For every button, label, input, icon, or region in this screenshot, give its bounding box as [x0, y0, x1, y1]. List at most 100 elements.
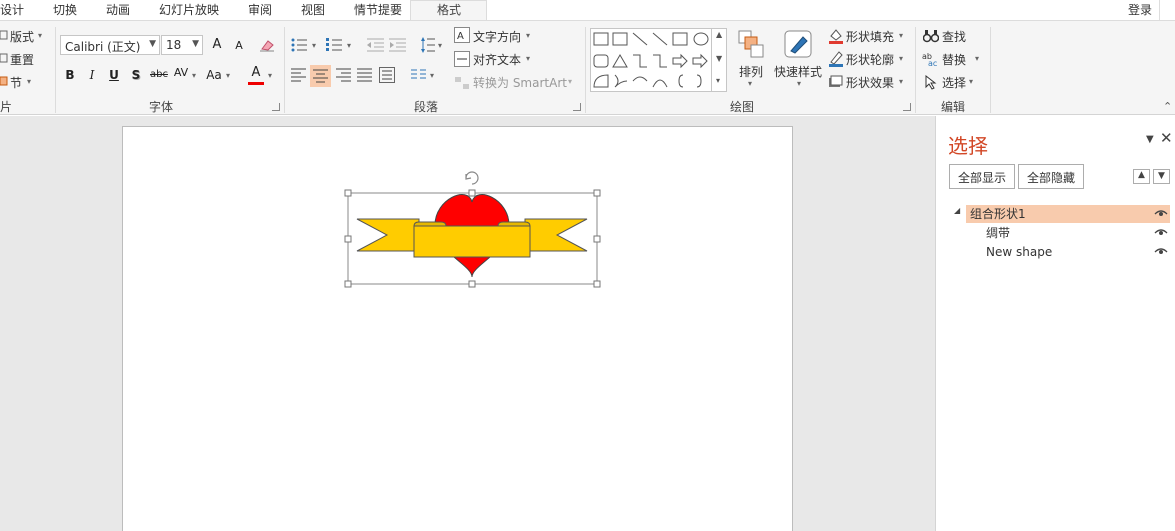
- send-backward-button[interactable]: ▼: [1153, 169, 1170, 184]
- quick-styles-button[interactable]: 快速样式: [774, 63, 822, 80]
- select-button[interactable]: 选择: [942, 74, 966, 91]
- tab-slideshow[interactable]: 幻灯片放映: [159, 1, 219, 18]
- find-button[interactable]: 查找: [942, 28, 966, 45]
- bullets-caret-icon[interactable]: ▾: [312, 41, 316, 50]
- select-cursor-icon[interactable]: [925, 75, 937, 90]
- text-direction-button[interactable]: 文字方向: [473, 28, 521, 45]
- numbering-caret-icon[interactable]: ▾: [347, 41, 351, 50]
- eye-icon[interactable]: [1154, 228, 1168, 236]
- ribbon-band[interactable]: [413, 225, 531, 258]
- rotation-handle-icon[interactable]: [465, 171, 479, 185]
- slide-canvas[interactable]: [122, 126, 793, 531]
- line-spacing-icon[interactable]: [421, 36, 435, 54]
- paragraph-dialog-launcher-icon[interactable]: [573, 103, 581, 111]
- smartart-caret-icon[interactable]: ▾: [568, 77, 572, 86]
- align-left-icon[interactable]: [291, 68, 307, 82]
- tab-storyboard[interactable]: 情节提要: [354, 1, 402, 18]
- replace-icon[interactable]: abac: [922, 51, 940, 67]
- italic-button[interactable]: I: [82, 65, 102, 85]
- char-spacing-caret-icon[interactable]: ▾: [192, 71, 196, 80]
- underline-button[interactable]: U: [104, 65, 124, 85]
- strikethrough-button[interactable]: abc: [148, 65, 170, 85]
- scroll-down-icon[interactable]: ▼: [716, 54, 722, 63]
- gallery-more-icon[interactable]: ▾: [716, 76, 720, 85]
- tab-view[interactable]: 视图: [301, 1, 325, 18]
- align-text-button[interactable]: 对齐文本: [473, 51, 521, 68]
- shape-fill-icon[interactable]: [828, 27, 844, 45]
- hide-all-button[interactable]: 全部隐藏: [1018, 164, 1085, 189]
- section-caret-icon[interactable]: ▾: [27, 77, 31, 86]
- replace-button[interactable]: 替换: [942, 51, 966, 68]
- tab-review[interactable]: 审阅: [248, 1, 272, 18]
- chevron-down-icon[interactable]: ▼: [149, 39, 156, 49]
- font-color-button[interactable]: A: [246, 63, 266, 83]
- resize-handle-e[interactable]: [593, 235, 601, 243]
- binoculars-icon[interactable]: [923, 29, 939, 43]
- layout-caret-icon[interactable]: ▾: [38, 31, 42, 40]
- tab-format[interactable]: 格式: [437, 1, 461, 18]
- change-case-caret-icon[interactable]: ▾: [226, 71, 230, 80]
- tree-collapse-icon[interactable]: ◢: [954, 206, 960, 215]
- select-caret-icon[interactable]: ▾: [969, 77, 973, 86]
- pane-options-icon[interactable]: ▼: [1146, 134, 1154, 145]
- distributed-icon[interactable]: [379, 67, 395, 83]
- login-link[interactable]: 登录: [1128, 1, 1152, 18]
- clear-format-icon[interactable]: [258, 37, 276, 53]
- shape-outline-icon[interactable]: [828, 50, 844, 68]
- shapes-gallery[interactable]: [590, 28, 727, 92]
- shadow-button[interactable]: S: [126, 65, 146, 85]
- resize-handle-ne[interactable]: [593, 189, 601, 197]
- justify-icon[interactable]: [357, 68, 373, 82]
- char-spacing-button[interactable]: AV: [172, 63, 190, 83]
- bold-button[interactable]: B: [60, 65, 80, 85]
- tab-transitions[interactable]: 切换: [53, 1, 77, 18]
- line-spacing-caret-icon[interactable]: ▾: [438, 41, 442, 50]
- resize-handle-nw[interactable]: [344, 189, 352, 197]
- section-button[interactable]: 节: [10, 74, 22, 91]
- shape-effects-button[interactable]: 形状效果: [846, 74, 894, 91]
- text-direction-caret-icon[interactable]: ▾: [526, 31, 530, 40]
- numbering-icon[interactable]: [326, 37, 344, 53]
- close-icon[interactable]: ✕: [1160, 129, 1173, 147]
- tab-animations[interactable]: 动画: [106, 1, 130, 18]
- font-size-combo[interactable]: 18 ▼: [161, 35, 203, 55]
- drawing-dialog-launcher-icon[interactable]: [903, 103, 911, 111]
- shrink-font-button[interactable]: A: [229, 36, 249, 56]
- columns-caret-icon[interactable]: ▾: [430, 71, 434, 80]
- resize-handle-se[interactable]: [593, 280, 601, 288]
- show-all-button[interactable]: 全部显示: [949, 164, 1016, 189]
- quick-styles-caret-icon[interactable]: ▾: [797, 79, 801, 88]
- shape-effects-caret-icon[interactable]: ▾: [899, 77, 903, 86]
- ribbon-right-flap[interactable]: [524, 218, 588, 252]
- shape-fill-button[interactable]: 形状填充: [846, 28, 894, 45]
- shape-outline-caret-icon[interactable]: ▾: [899, 54, 903, 63]
- eye-icon[interactable]: [1154, 247, 1168, 255]
- increase-indent-icon[interactable]: [389, 38, 407, 52]
- grow-font-button[interactable]: A: [207, 35, 227, 55]
- arrange-button[interactable]: 排列: [739, 63, 763, 80]
- decrease-indent-icon[interactable]: [367, 38, 385, 52]
- tree-item-ribbon[interactable]: 绸带: [982, 224, 1170, 242]
- layout-button[interactable]: 版式: [10, 28, 34, 45]
- bullets-icon[interactable]: [291, 37, 309, 53]
- replace-caret-icon[interactable]: ▾: [975, 54, 979, 63]
- resize-handle-w[interactable]: [344, 235, 352, 243]
- resize-handle-n[interactable]: [468, 189, 476, 197]
- font-name-combo[interactable]: Calibri (正文) ▼: [60, 35, 160, 55]
- shape-fill-caret-icon[interactable]: ▾: [899, 31, 903, 40]
- smartart-icon[interactable]: [454, 75, 470, 91]
- chevron-down-icon[interactable]: ▼: [192, 39, 199, 49]
- quick-styles-icon[interactable]: [783, 29, 815, 61]
- text-direction-icon[interactable]: A: [454, 27, 470, 43]
- columns-icon[interactable]: [411, 68, 427, 82]
- bring-forward-button[interactable]: ▲: [1133, 169, 1150, 184]
- font-dialog-launcher-icon[interactable]: [272, 103, 280, 111]
- ribbon-left-flap[interactable]: [356, 218, 420, 252]
- tree-item-group[interactable]: 组合形状1: [966, 205, 1170, 223]
- reset-button[interactable]: 重置: [10, 51, 34, 68]
- resize-handle-sw[interactable]: [344, 280, 352, 288]
- arrange-caret-icon[interactable]: ▾: [748, 79, 752, 88]
- change-case-button[interactable]: Aa: [203, 65, 225, 85]
- eye-icon[interactable]: [1154, 209, 1168, 217]
- resize-handle-s[interactable]: [468, 280, 476, 288]
